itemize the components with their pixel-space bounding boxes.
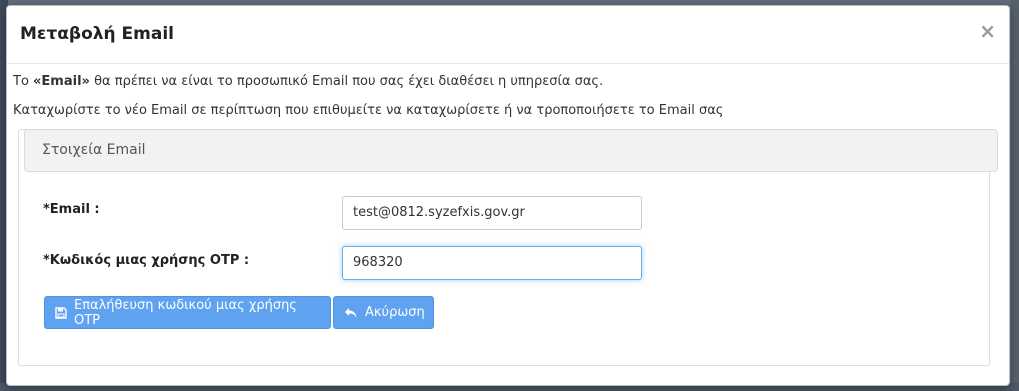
backdrop-right: [1011, 0, 1019, 391]
close-icon[interactable]: ×: [979, 20, 996, 42]
verify-otp-button[interactable]: Επαλήθευση κωδικού μιας χρήσης OTP: [44, 296, 331, 329]
email-label: *Email :: [43, 202, 100, 217]
intro-line-1: Το «Email» θα πρέπει να είναι το προσωπι…: [13, 74, 603, 89]
intro-prefix: Το: [13, 74, 34, 89]
otp-label: *Κωδικός μιας χρήσης OTP :: [43, 253, 250, 268]
section-title: Στοιχεία Email: [24, 129, 998, 172]
intro-email-bold: «Email»: [33, 74, 90, 89]
undo-icon: [345, 307, 357, 318]
cancel-button[interactable]: Ακύρωση: [333, 296, 434, 329]
otp-input[interactable]: 968320: [342, 246, 642, 280]
intro-line-2: Καταχωρίστε το νέο Email σε περίπτωση πο…: [13, 103, 724, 118]
modal-title: Μεταβολή Email: [20, 24, 174, 44]
cancel-label: Ακύρωση: [365, 305, 425, 320]
intro-suffix: θα πρέπει να είναι το προσωπικό Email πο…: [89, 74, 604, 89]
verify-otp-label: Επαλήθευση κωδικού μιας χρήσης OTP: [74, 297, 297, 328]
modal-header: Μεταβολή Email ×: [7, 6, 1009, 64]
save-icon: [55, 306, 67, 319]
email-input[interactable]: test@0812.syzefxis.gov.gr: [342, 196, 642, 230]
